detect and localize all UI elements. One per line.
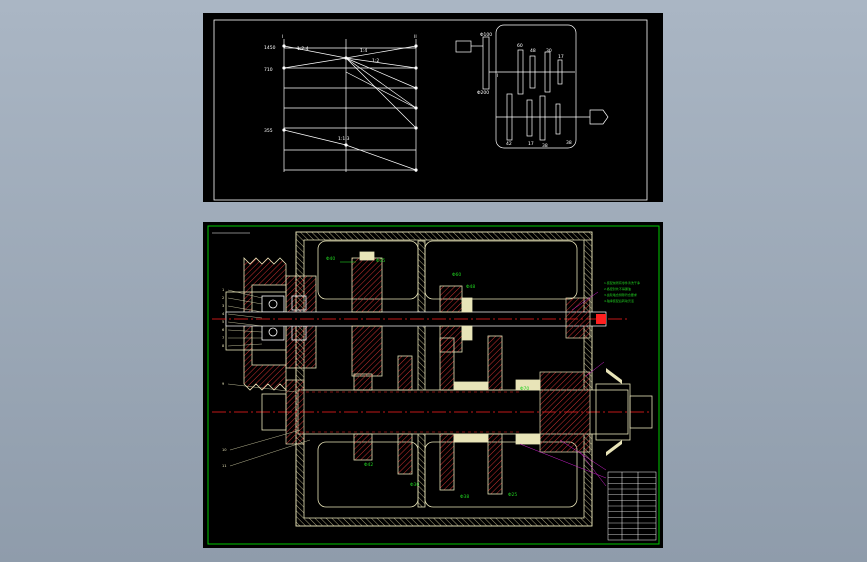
gear-teeth bbox=[359, 251, 375, 261]
gear-lower-3 bbox=[439, 337, 455, 391]
top-sheet: I II 1450 710 355 1:2.4 1:4 1:2 1:1.3 Φ1… bbox=[203, 13, 663, 202]
tooth-label: 38 bbox=[566, 140, 572, 146]
note-line: 3.齿轮啮合侧隙符合要求 bbox=[604, 292, 637, 297]
gear-lower-1b bbox=[353, 433, 373, 461]
gear-web bbox=[453, 381, 489, 391]
pulley-label: Φ200 bbox=[477, 90, 489, 96]
tooth-label: 17 bbox=[528, 141, 534, 147]
spacer-sleeve bbox=[515, 433, 541, 445]
speed-point bbox=[344, 143, 348, 147]
note-line: 1.装配前所有零件清洗干净 bbox=[604, 280, 640, 285]
part-number: 11 bbox=[222, 464, 227, 468]
part-number: 2 bbox=[222, 296, 224, 300]
housing-rib bbox=[417, 240, 426, 508]
note-line: 4.轴承装配后转动灵活 bbox=[604, 298, 634, 303]
speed-point bbox=[414, 106, 418, 110]
upper-shaft-end-mark bbox=[596, 314, 606, 324]
dimension-callout: Φ25 bbox=[508, 492, 517, 498]
gear-web bbox=[453, 433, 489, 443]
gear-upper-2 bbox=[439, 285, 463, 313]
speed-point bbox=[282, 128, 286, 132]
tooth-label: 38 bbox=[542, 143, 548, 149]
speed-label: 355 bbox=[264, 128, 273, 134]
speed-shaft-label: II bbox=[414, 34, 417, 40]
speed-label: 710 bbox=[264, 67, 273, 73]
tooth-label: 48 bbox=[530, 48, 536, 54]
gear-lower-4b bbox=[487, 433, 503, 495]
gear-lower-1 bbox=[353, 373, 373, 391]
tooth-label: 60 bbox=[517, 43, 523, 49]
tooth-label: 42 bbox=[506, 141, 512, 147]
speed-point bbox=[282, 66, 286, 70]
spindle-left-bearing bbox=[285, 379, 305, 445]
gear-lower-3b bbox=[439, 433, 455, 491]
speed-label: 1450 bbox=[264, 45, 276, 51]
gear-lower-2b bbox=[397, 433, 413, 475]
gear-lower-2 bbox=[397, 355, 413, 391]
part-number: 10 bbox=[222, 448, 227, 452]
speed-point bbox=[414, 126, 418, 130]
speed-point bbox=[414, 44, 418, 48]
speed-point bbox=[414, 86, 418, 90]
part-number: 3 bbox=[222, 304, 224, 308]
pulley-label: Φ100 bbox=[480, 32, 492, 38]
ratio-label: 1:4 bbox=[360, 48, 367, 54]
part-number: 5 bbox=[222, 320, 224, 324]
speed-shaft-label: I bbox=[282, 34, 283, 40]
upper-right-bearing-cap bbox=[565, 297, 591, 339]
spindle-right-bearing-block bbox=[539, 371, 591, 453]
gear-lower-4 bbox=[487, 335, 503, 391]
speed-point bbox=[282, 44, 286, 48]
cad-drawing-viewport[interactable]: I II 1450 710 355 1:2.4 1:4 1:2 1:1.3 Φ1… bbox=[0, 0, 867, 562]
part-number: 1 bbox=[222, 288, 224, 292]
gear-upper-1 bbox=[351, 257, 383, 313]
speed-point bbox=[414, 168, 418, 172]
assembly-sheet: Φ40 Φ35 Φ60 Φ48 Φ42 Φ30 Φ38 Φ25 Φ70 1 2 … bbox=[203, 222, 663, 548]
ratio-label: 1:2 bbox=[372, 58, 379, 64]
dimension-callout: Φ30 bbox=[410, 482, 419, 488]
dimension-callout: Φ40 bbox=[326, 256, 335, 262]
dimension-callout: Φ60 bbox=[452, 272, 461, 278]
gear-upper-1b bbox=[351, 325, 383, 377]
speed-point bbox=[344, 56, 348, 60]
dimension-callout: Φ70 bbox=[520, 386, 529, 392]
dimension-callout: Φ42 bbox=[364, 462, 373, 468]
part-number: 7 bbox=[222, 336, 224, 340]
tooth-label: 30 bbox=[546, 48, 552, 54]
ratio-label: 1:1.3 bbox=[338, 136, 350, 142]
gear-hub bbox=[461, 297, 473, 313]
top-sheet-background bbox=[203, 13, 663, 202]
shaft-label: I bbox=[497, 73, 498, 79]
dimension-callout: Φ48 bbox=[466, 284, 475, 290]
speed-point bbox=[414, 66, 418, 70]
dimension-callout: Φ35 bbox=[376, 258, 385, 264]
dimension-callout: Φ38 bbox=[460, 494, 469, 500]
ratio-label: 1:2.4 bbox=[297, 46, 309, 52]
note-line: 2.各密封处不得漏油 bbox=[604, 286, 631, 291]
tooth-label: 17 bbox=[558, 54, 564, 60]
gear-hub bbox=[461, 325, 473, 341]
